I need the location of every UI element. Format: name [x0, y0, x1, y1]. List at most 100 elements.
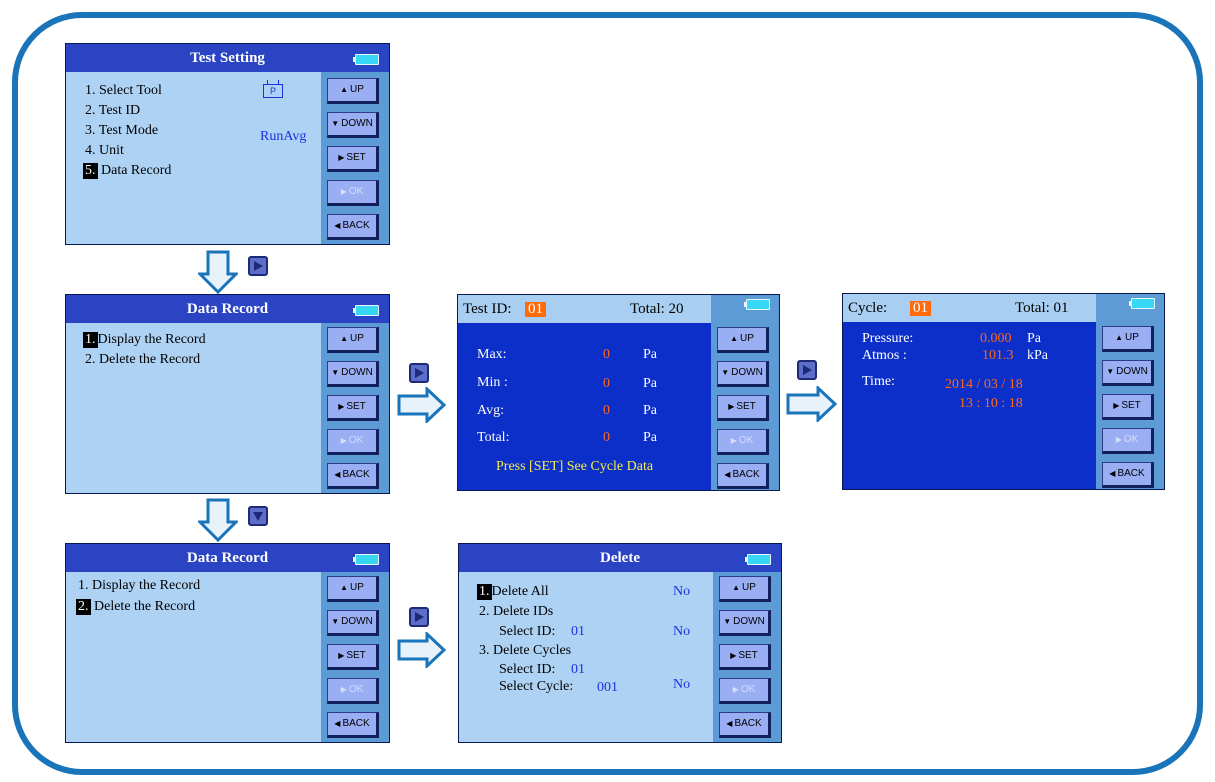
right-key-icon: [797, 360, 817, 380]
menu-item-select-tool[interactable]: 1. Select Tool: [85, 83, 162, 99]
date-value: 2014 / 03 / 18: [945, 377, 1023, 392]
menu-item-display-record[interactable]: 1. Display the Record: [83, 332, 206, 348]
back-button[interactable]: ◀ BACK: [327, 712, 379, 738]
max-value: 0: [603, 347, 610, 362]
down-button[interactable]: ▼ DOWN: [717, 361, 769, 387]
button-panel: ▲ UP ▼ DOWN ▶ SET ▶ OK ◀ BACK: [713, 572, 781, 742]
max-unit: Pa: [643, 347, 657, 362]
selected-number: 2.: [76, 599, 91, 615]
test-id-label: Test ID:: [463, 301, 512, 317]
flow-arrow-icon: [198, 250, 238, 294]
delete-cycles-value[interactable]: No: [673, 677, 690, 693]
select-id-value[interactable]: 01: [571, 624, 585, 640]
back-button[interactable]: ◀ BACK: [719, 712, 771, 738]
selected-number: 1.: [477, 584, 492, 600]
ok-button[interactable]: ▶ OK: [717, 429, 769, 455]
menu-item-display-record[interactable]: 1. Display the Record: [78, 578, 200, 594]
min-unit: Pa: [643, 376, 657, 391]
screen-title: Delete: [600, 550, 640, 566]
set-button[interactable]: ▶ SET: [327, 395, 379, 421]
right-key-icon: [409, 363, 429, 383]
select-id-label: Select ID:: [499, 624, 556, 639]
menu-item-delete-ids[interactable]: 2. Delete IDs: [479, 604, 553, 620]
button-panel: ▲ UP ▼ DOWN ▶ SET ▶ OK ◀ BACK: [321, 72, 389, 244]
menu-item-delete-record[interactable]: 2. Delete the Record: [76, 599, 195, 615]
button-panel: ▲ UP ▼ DOWN ▶ SET ▶ OK ◀ BACK: [1096, 294, 1164, 489]
menu-item-test-mode[interactable]: 3. Test Mode: [85, 123, 158, 139]
down-button[interactable]: ▼ DOWN: [327, 361, 379, 387]
delete-all-value[interactable]: No: [673, 584, 690, 600]
up-button[interactable]: ▲ UP: [1102, 326, 1154, 352]
screen-title-bar: Data Record: [66, 295, 389, 323]
test-id-value: 01: [525, 302, 546, 317]
atmos-value: 101.3: [982, 348, 1014, 363]
screen-title: Test Setting: [190, 50, 265, 66]
menu-item-delete-all[interactable]: 1. Delete All: [477, 584, 549, 600]
menu-item-test-id[interactable]: 2. Test ID: [85, 103, 140, 119]
up-button[interactable]: ▲ UP: [719, 576, 771, 602]
set-button[interactable]: ▶ SET: [717, 395, 769, 421]
back-button[interactable]: ◀ BACK: [327, 214, 379, 240]
hint-text: Press [SET] See Cycle Data: [496, 459, 654, 474]
menu-item-unit[interactable]: 4. Unit: [85, 143, 124, 159]
avg-unit: Pa: [643, 403, 657, 418]
pressure-label: Pressure:: [862, 331, 914, 346]
ok-button[interactable]: ▶ OK: [719, 678, 771, 704]
atmos-label: Atmos :: [862, 348, 907, 363]
min-value: 0: [603, 376, 610, 391]
down-button[interactable]: ▼ DOWN: [327, 112, 379, 138]
data-record-screen: Data Record 1. Display the Record 2. Dele…: [65, 294, 390, 494]
atmos-unit: kPa: [1027, 348, 1048, 363]
select-id-value[interactable]: 01: [571, 662, 585, 678]
right-key-icon: [409, 607, 429, 627]
pressure-tool-icon: P: [263, 80, 283, 98]
avg-value: 0: [603, 403, 610, 418]
flow-arrow-icon: [198, 498, 238, 542]
set-button[interactable]: ▶ SET: [719, 644, 771, 670]
delete-screen: Delete 1. Delete All No 2. Delete IDs Sel…: [458, 543, 782, 743]
pressure-value: 0.000: [980, 331, 1012, 346]
total-unit: Pa: [643, 430, 657, 445]
data-record-delete-screen: Data Record 1. Display the Record 2. Del…: [65, 543, 390, 743]
pressure-unit: Pa: [1027, 331, 1041, 346]
ok-button[interactable]: ▶ OK: [327, 180, 379, 206]
screen-title-bar: Delete: [459, 544, 781, 572]
set-button[interactable]: ▶ SET: [1102, 394, 1154, 420]
selected-number: 1.: [83, 332, 98, 348]
menu-item-label: Display the Record: [97, 332, 206, 347]
ok-button[interactable]: ▶ OK: [327, 429, 379, 455]
button-panel: ▲ UP ▼ DOWN ▶ SET ▶ OK ◀ BACK: [321, 323, 389, 493]
battery-icon: [353, 305, 379, 316]
flow-arrow-icon: [397, 387, 447, 423]
button-panel: ▲ UP ▼ DOWN ▶ SET ▶ OK ◀ BACK: [711, 295, 779, 490]
total-count: Total: 20: [630, 301, 684, 317]
flow-arrow-icon: [786, 386, 838, 422]
up-button[interactable]: ▲ UP: [327, 576, 379, 602]
menu-item-delete-record[interactable]: 2. Delete the Record: [85, 352, 200, 368]
back-button[interactable]: ◀ BACK: [327, 463, 379, 489]
down-button[interactable]: ▼ DOWN: [719, 610, 771, 636]
menu-item-data-record[interactable]: 5. Data Record: [83, 163, 171, 179]
max-label: Max:: [477, 347, 507, 362]
up-button[interactable]: ▲ UP: [327, 78, 379, 104]
total-count: Total: 01: [1015, 300, 1069, 316]
set-button[interactable]: ▶ SET: [327, 146, 379, 172]
delete-ids-value[interactable]: No: [673, 624, 690, 640]
up-button[interactable]: ▲ UP: [717, 327, 769, 353]
back-button[interactable]: ◀ BACK: [1102, 462, 1154, 488]
menu-item-delete-cycles[interactable]: 3. Delete Cycles: [479, 643, 571, 659]
select-cycle-label: Select Cycle:: [499, 679, 574, 694]
select-id-label: Select ID:: [499, 662, 556, 677]
set-button[interactable]: ▶ SET: [327, 644, 379, 670]
down-button[interactable]: ▼ DOWN: [327, 610, 379, 636]
up-button[interactable]: ▲ UP: [327, 327, 379, 353]
back-button[interactable]: ◀ BACK: [717, 463, 769, 489]
min-label: Min :: [477, 375, 508, 390]
total-label: Total:: [477, 430, 510, 445]
cycle-label: Cycle:: [848, 300, 888, 316]
select-cycle-value[interactable]: 001: [597, 680, 618, 696]
down-key-icon: [248, 506, 268, 526]
down-button[interactable]: ▼ DOWN: [1102, 360, 1154, 386]
ok-button[interactable]: ▶ OK: [1102, 428, 1154, 454]
ok-button[interactable]: ▶ OK: [327, 678, 379, 704]
